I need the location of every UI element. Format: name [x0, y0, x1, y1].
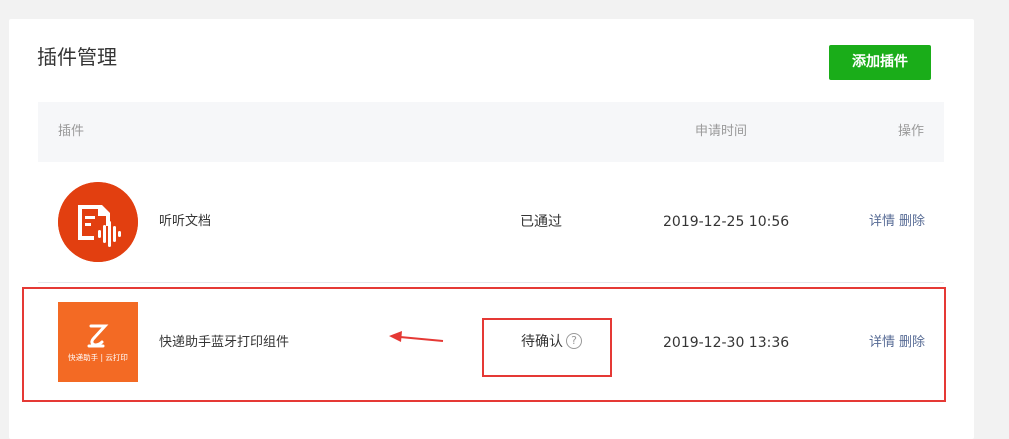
- column-header-apply-time: 申请时间: [695, 124, 748, 139]
- plugin-name: 听听文档: [159, 214, 212, 229]
- table-header: 插件 申请时间 操作: [38, 102, 944, 162]
- tingting-doc-logo-icon: [58, 182, 138, 262]
- delete-link[interactable]: 删除: [899, 214, 925, 229]
- apply-time: 2019-12-25 10:56: [663, 214, 790, 230]
- column-header-plugin: 插件: [58, 124, 85, 139]
- table-row: 听听文档 已通过 2019-12-25 10:56 详情 删除: [38, 162, 944, 283]
- row-actions: 详情 删除: [869, 213, 925, 231]
- page-title: 插件管理: [37, 45, 117, 69]
- annotation-highlight-status: [482, 318, 612, 377]
- add-plugin-button[interactable]: 添加插件: [829, 45, 931, 80]
- annotation-arrow-icon: [389, 331, 444, 342]
- detail-link[interactable]: 详情: [869, 214, 895, 229]
- status-text: 已通过: [520, 214, 562, 230]
- column-header-actions: 操作: [897, 124, 924, 139]
- tingting-doc-logo-graphic: [58, 182, 138, 262]
